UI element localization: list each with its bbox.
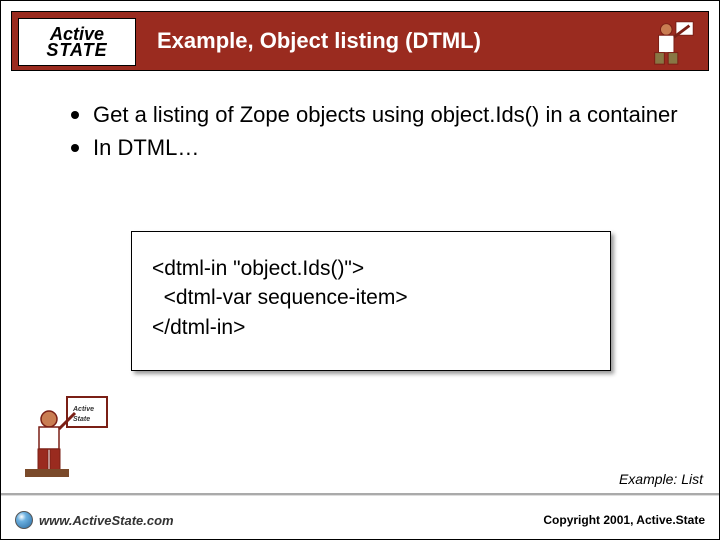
bullet-dot-icon bbox=[71, 144, 79, 152]
url-text: www.ActiveState.com bbox=[39, 513, 174, 528]
code-line: </dtml-in> bbox=[152, 313, 590, 342]
painter-icon: Active State bbox=[23, 391, 113, 481]
code-line: <dtml-var sequence-item> bbox=[152, 283, 590, 312]
svg-text:Active: Active bbox=[72, 406, 94, 413]
code-line: <dtml-in "object.Ids()"> bbox=[152, 254, 590, 283]
activestate-logo: Active STATE bbox=[18, 18, 136, 66]
divider bbox=[1, 493, 719, 495]
footer: www.ActiveState.com Copyright 2001, Acti… bbox=[1, 501, 719, 539]
slide: Active STATE Example, Object listing (DT… bbox=[0, 0, 720, 540]
worker-icon bbox=[646, 16, 700, 68]
list-item: In DTML… bbox=[71, 134, 679, 163]
globe-icon bbox=[15, 511, 33, 529]
bullet-text: Get a listing of Zope objects using obje… bbox=[93, 101, 678, 130]
bullet-dot-icon bbox=[71, 111, 79, 119]
footer-url: www.ActiveState.com bbox=[15, 511, 174, 529]
slide-title: Example, Object listing (DTML) bbox=[157, 28, 481, 54]
copyright-text: Copyright 2001, Active.State bbox=[543, 513, 705, 527]
svg-text:State: State bbox=[73, 416, 90, 423]
code-box: <dtml-in "object.Ids()"> <dtml-var seque… bbox=[131, 231, 611, 371]
bullet-text: In DTML… bbox=[93, 134, 199, 163]
list-item: Get a listing of Zope objects using obje… bbox=[71, 101, 679, 130]
title-bar: Active STATE Example, Object listing (DT… bbox=[11, 11, 709, 71]
example-label: Example: List bbox=[619, 471, 703, 487]
bullet-list: Get a listing of Zope objects using obje… bbox=[71, 101, 679, 166]
logo-line2: STATE bbox=[46, 42, 107, 58]
